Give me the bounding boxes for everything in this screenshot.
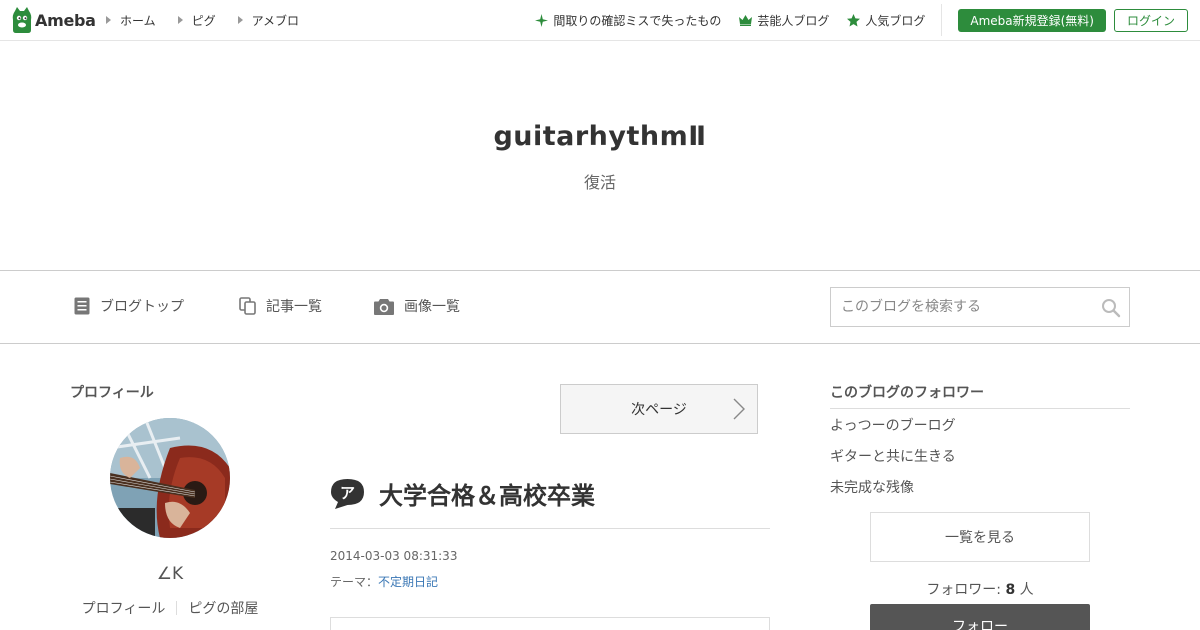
entry-theme: テーマ：不定期日記: [330, 573, 438, 590]
copy-icon: [239, 297, 256, 315]
next-page-label: 次ページ: [631, 402, 687, 418]
follower-count-value: 8: [1005, 582, 1016, 598]
crown-icon: [739, 14, 753, 26]
logo-text: Ameba: [35, 10, 96, 30]
followers-heading: このブログのフォロワー: [830, 385, 984, 401]
camera-icon: [374, 298, 394, 315]
profile-links: プロフィール ピグの部屋: [70, 598, 270, 618]
ameba-mascot-icon: [12, 7, 32, 33]
blog-title[interactable]: guitarhythmⅡ: [0, 121, 1200, 152]
entry-divider: [330, 528, 770, 529]
follower-count-prefix: フォロワー:: [926, 582, 1006, 598]
popular-blog-label: 人気ブログ: [865, 13, 926, 28]
header-divider: [941, 4, 943, 36]
blog-top-label: ブログトップ: [100, 299, 184, 315]
document-icon: [74, 297, 90, 315]
image-list-label: 画像一覧: [404, 299, 460, 315]
next-page-button[interactable]: 次ページ: [560, 384, 758, 434]
avatar-photo: [110, 418, 230, 538]
ameba-logo[interactable]: Ameba: [12, 7, 96, 33]
theme-prefix: テーマ：: [330, 575, 379, 589]
blog-search: [830, 287, 1130, 327]
star-icon: [847, 13, 861, 26]
theme-link[interactable]: 不定期日記: [378, 575, 438, 589]
entry-list-link[interactable]: 記事一覧: [239, 296, 322, 316]
blog-top-link[interactable]: ブログトップ: [74, 296, 184, 316]
blog-search-input[interactable]: [831, 288, 1081, 326]
sparkle-icon: [535, 13, 549, 27]
entry-title-row: ア 大学合格＆高校卒業: [330, 476, 595, 511]
blog-description: 復活: [583, 173, 616, 192]
profile-avatar[interactable]: [110, 418, 230, 538]
login-button[interactable]: ログイン: [1113, 8, 1188, 32]
entry-title[interactable]: 大学合格＆高校卒業: [379, 476, 595, 511]
entry-body: [330, 617, 770, 630]
nav-pigg-label: ピグ: [191, 13, 216, 28]
popular-blog-link[interactable]: 人気ブログ: [847, 12, 925, 29]
global-header: Ameba ホーム ピグ アメブロ 間取りの確認ミスで失ったもの 芸能人ブログ …: [0, 0, 1200, 41]
profile-heading: プロフィール: [70, 385, 154, 401]
follower-item[interactable]: よっつーのブーログ: [830, 415, 956, 435]
follower-count: フォロワー: 8 人: [830, 579, 1130, 599]
search-icon[interactable]: [1101, 298, 1121, 318]
follow-button[interactable]: フォロー: [870, 604, 1090, 630]
follower-count-suffix: 人: [1015, 582, 1034, 598]
follower-item[interactable]: ギターと共に生きる: [830, 446, 956, 466]
caret-right-icon: [106, 16, 111, 24]
entry-list-label: 記事一覧: [266, 299, 322, 315]
header-right: 間取りの確認ミスで失ったもの 芸能人ブログ 人気ブログ Ameba新規登録(無料…: [517, 0, 1188, 40]
promo-link[interactable]: 間取りの確認ミスで失ったもの: [535, 12, 721, 29]
nav-home[interactable]: ホーム: [106, 12, 156, 29]
register-button[interactable]: Ameba新規登録(無料): [958, 8, 1106, 32]
image-list-link[interactable]: 画像一覧: [374, 296, 460, 316]
svg-text:ア: ア: [340, 484, 355, 502]
profile-link[interactable]: プロフィール: [82, 598, 166, 618]
view-all-followers-button[interactable]: 一覧を見る: [870, 512, 1090, 562]
promo-link-label: 間取りの確認ミスで失ったもの: [553, 13, 722, 28]
follower-item[interactable]: 未完成な残像: [830, 477, 914, 497]
blog-nav: ブログトップ 記事一覧 画像一覧: [0, 270, 1200, 344]
blog-header: guitarhythmⅡ 復活: [0, 41, 1200, 270]
celebrity-blog-link[interactable]: 芸能人ブログ: [739, 12, 829, 29]
global-nav: ホーム ピグ アメブロ: [106, 0, 321, 40]
pigg-room-link[interactable]: ピグの部屋: [188, 598, 258, 618]
caret-right-icon: [237, 16, 243, 24]
nav-ameblo-label: アメブロ: [251, 13, 300, 28]
nav-ameblo[interactable]: アメブロ: [237, 12, 300, 29]
nav-home-label: ホーム: [120, 13, 156, 28]
entry-type-icon: ア: [331, 478, 364, 509]
profile-name[interactable]: ∠K: [70, 564, 270, 584]
caret-right-icon: [177, 16, 183, 24]
nav-pigg[interactable]: ピグ: [177, 12, 216, 29]
celebrity-blog-label: 芸能人ブログ: [757, 13, 830, 28]
followers-divider: [830, 408, 1130, 409]
chevron-right-icon: [733, 398, 745, 420]
link-divider: [176, 601, 178, 615]
entry-date: 2014-03-03 08:31:33: [330, 549, 458, 563]
